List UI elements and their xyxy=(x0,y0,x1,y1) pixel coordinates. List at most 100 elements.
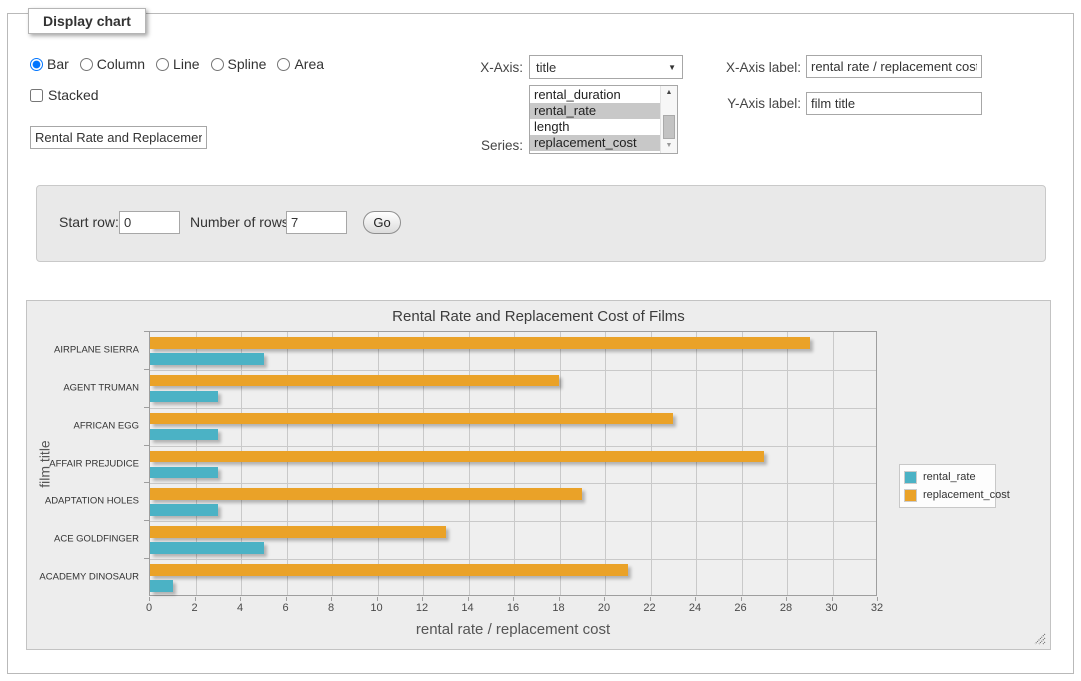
bar-replacement_cost xyxy=(150,564,628,576)
num-rows-input[interactable] xyxy=(286,211,347,234)
bar-rental_rate xyxy=(150,580,173,592)
x-axis-selected-value: title xyxy=(536,60,556,75)
chart-title-input[interactable] xyxy=(30,126,207,149)
bar-rental_rate xyxy=(150,542,264,554)
x-axis-tick-mark xyxy=(695,597,696,601)
series-scrollbar[interactable]: ▲ ▼ xyxy=(660,86,677,153)
series-listbox[interactable]: rental_durationrental_ratelengthreplacem… xyxy=(529,85,678,154)
x-axis-tick-mark xyxy=(331,597,332,601)
chart-type-radio-spline[interactable] xyxy=(211,58,224,71)
gridline-vertical xyxy=(605,332,606,595)
chart-legend: rental_ratereplacement_cost xyxy=(899,464,996,508)
x-axis-tick-mark xyxy=(877,597,878,601)
chart-type-option-spline[interactable]: Spline xyxy=(211,56,267,72)
bar-replacement_cost xyxy=(150,337,810,349)
chart-type-radio-line[interactable] xyxy=(156,58,169,71)
x-axis-tick-mark xyxy=(513,597,514,601)
series-option-rental_duration[interactable]: rental_duration xyxy=(530,87,660,103)
x-axis-tick-mark xyxy=(240,597,241,601)
x-axis-tick-label: 4 xyxy=(237,602,243,614)
stacked-checkbox[interactable] xyxy=(30,89,43,102)
y-axis-tick-mark xyxy=(144,482,149,483)
gridline-horizontal xyxy=(150,483,876,484)
chart-type-option-column[interactable]: Column xyxy=(80,56,145,72)
x-axis-tick-label: 18 xyxy=(552,602,564,614)
chart-type-label: Column xyxy=(97,56,145,72)
chart-type-option-area[interactable]: Area xyxy=(277,56,324,72)
x-axis-tick-mark xyxy=(604,597,605,601)
gridline-vertical xyxy=(560,332,561,595)
panel-title: Display chart xyxy=(28,8,146,34)
page: Display chart Bar Column Line Spline Area St… xyxy=(0,0,1081,681)
series-option-replacement_cost[interactable]: replacement_cost xyxy=(530,135,660,151)
gridline-vertical xyxy=(287,332,288,595)
x-axis-tick-label: 24 xyxy=(689,602,701,614)
x-axis-tick-label: 28 xyxy=(780,602,792,614)
bar-replacement_cost xyxy=(150,413,673,425)
gridline-vertical xyxy=(196,332,197,595)
x-axis-tick-mark xyxy=(422,597,423,601)
gridline-vertical xyxy=(423,332,424,595)
num-rows-label: Number of rows: xyxy=(190,214,293,230)
chart-type-label: Area xyxy=(294,56,324,72)
x-axis-label-input[interactable] xyxy=(806,55,982,78)
x-axis-tick-mark xyxy=(195,597,196,601)
y-axis-category-label: ACE GOLDFINGER xyxy=(54,534,139,545)
chart-type-option-bar[interactable]: Bar xyxy=(30,56,69,72)
go-button[interactable]: Go xyxy=(363,211,401,234)
x-axis-tick-mark xyxy=(377,597,378,601)
gridline-vertical xyxy=(833,332,834,595)
bar-replacement_cost xyxy=(150,488,582,500)
gridline-vertical xyxy=(469,332,470,595)
x-axis-tick-label: 32 xyxy=(871,602,883,614)
stacked-option[interactable]: Stacked xyxy=(30,87,99,103)
legend-item: replacement_cost xyxy=(904,486,991,504)
bar-rental_rate xyxy=(150,353,264,365)
scroll-thumb[interactable] xyxy=(663,115,675,139)
x-axis-tick-label: 0 xyxy=(146,602,152,614)
x-axis-tick-label: 6 xyxy=(282,602,288,614)
x-axis-select[interactable]: title ▼ xyxy=(529,55,683,79)
scroll-up-icon[interactable]: ▲ xyxy=(661,86,677,100)
x-axis-tick-label: 14 xyxy=(461,602,473,614)
legend-swatch xyxy=(904,489,917,502)
gridline-vertical xyxy=(378,332,379,595)
bar-rental_rate xyxy=(150,391,218,403)
scroll-down-icon[interactable]: ▼ xyxy=(661,139,677,153)
x-axis-tick-mark xyxy=(786,597,787,601)
x-axis-tick-label: 26 xyxy=(734,602,746,614)
chart-type-radio-column[interactable] xyxy=(80,58,93,71)
start-row-input[interactable] xyxy=(119,211,180,234)
gridline-vertical xyxy=(241,332,242,595)
chevron-down-icon: ▼ xyxy=(668,63,676,72)
gridline-horizontal xyxy=(150,446,876,447)
gridline-vertical xyxy=(332,332,333,595)
legend-swatch xyxy=(904,471,917,484)
bar-rental_rate xyxy=(150,504,218,516)
row-range-box: Start row: Number of rows: Go xyxy=(36,185,1046,262)
gridline-vertical xyxy=(651,332,652,595)
y-axis-labels: AIRPLANE SIERRAAGENT TRUMANAFRICAN EGGAF… xyxy=(27,331,143,596)
x-axis-tick-label: 12 xyxy=(416,602,428,614)
chart-type-label: Bar xyxy=(47,56,69,72)
series-option-length[interactable]: length xyxy=(530,119,660,135)
resize-handle-icon[interactable] xyxy=(1034,633,1046,645)
chart-type-radio-area[interactable] xyxy=(277,58,290,71)
stacked-label: Stacked xyxy=(48,87,99,103)
series-option-rental_rate[interactable]: rental_rate xyxy=(530,103,660,119)
x-axis-tick-mark xyxy=(468,597,469,601)
y-axis-label-input[interactable] xyxy=(806,92,982,115)
x-axis-tick-label: 8 xyxy=(328,602,334,614)
legend-item: rental_rate xyxy=(904,468,991,486)
y-axis-category-label: AFRICAN EGG xyxy=(74,420,139,431)
x-axis-tick-label: 22 xyxy=(643,602,655,614)
x-axis-tick-label: 20 xyxy=(598,602,610,614)
chart-type-option-line[interactable]: Line xyxy=(156,56,199,72)
x-axis-tick-mark xyxy=(149,597,150,601)
x-axis-label-caption: X-Axis label: xyxy=(716,60,801,75)
series-options: rental_durationrental_ratelengthreplacem… xyxy=(530,87,660,151)
x-axis-tick-mark xyxy=(286,597,287,601)
x-axis-tick-label: 2 xyxy=(191,602,197,614)
x-axis-tick-mark xyxy=(650,597,651,601)
chart-type-radio-bar[interactable] xyxy=(30,58,43,71)
